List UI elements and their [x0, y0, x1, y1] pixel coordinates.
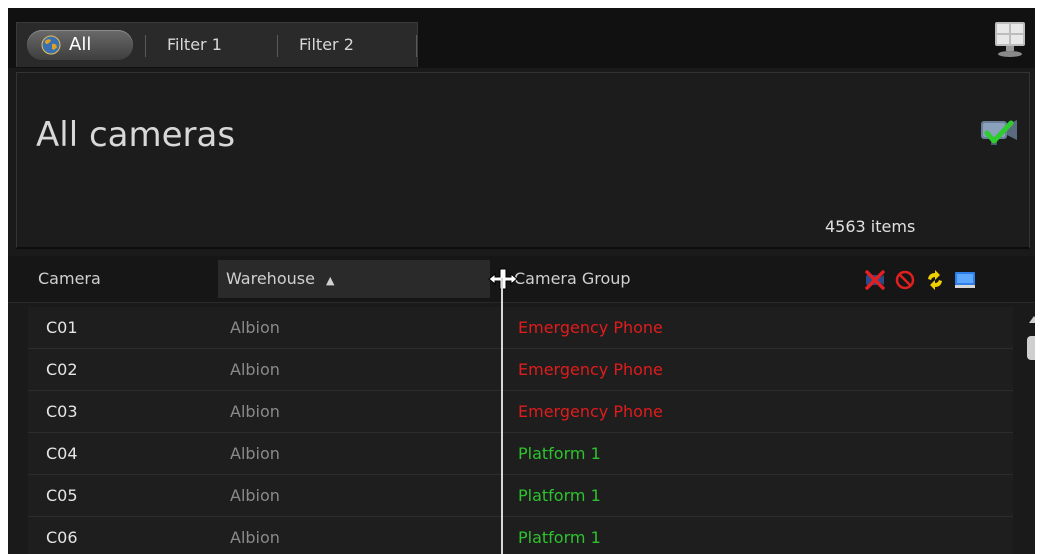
column-header-camera-group[interactable]: Camera Group: [514, 256, 631, 302]
header-panel: All cameras 4563 items: [16, 72, 1030, 249]
table-row[interactable]: C01 Albion Emergency Phone: [28, 307, 1013, 349]
cell-camera: C03: [46, 402, 78, 421]
column-header-warehouse-label: Warehouse: [226, 269, 315, 288]
video-off-icon[interactable]: [864, 269, 886, 291]
cell-warehouse: Albion: [230, 486, 280, 505]
column-header-camera[interactable]: Camera: [38, 256, 101, 302]
cell-camera: C05: [46, 486, 78, 505]
table-row[interactable]: C03 Albion Emergency Phone: [28, 391, 1013, 433]
monitor-icon[interactable]: [954, 269, 976, 291]
table-row[interactable]: C02 Albion Emergency Phone: [28, 349, 1013, 391]
page-title: All cameras: [36, 115, 236, 155]
camera-list-window: All Filter 1 Filter 2 All cameras 4563 i…: [8, 8, 1035, 554]
tab-all-label: All: [69, 34, 92, 55]
tab-all[interactable]: All: [27, 30, 133, 60]
cell-camera-group: Emergency Phone: [518, 402, 663, 421]
cell-camera: C02: [46, 360, 78, 379]
tab-filter-1[interactable]: Filter 1: [167, 23, 222, 67]
column-resize-cursor-icon[interactable]: [488, 266, 518, 292]
block-icon[interactable]: [894, 269, 916, 291]
vertical-scrollbar[interactable]: [1026, 308, 1035, 554]
scroll-thumb[interactable]: [1027, 336, 1035, 360]
cell-warehouse: Albion: [230, 318, 280, 337]
cell-warehouse: Albion: [230, 402, 280, 421]
cell-camera-group: Platform 1: [518, 486, 601, 505]
cell-camera-group: Emergency Phone: [518, 360, 663, 379]
layout-grid-icon[interactable]: [993, 20, 1027, 60]
sort-ascending-icon: ▲: [326, 274, 335, 287]
scroll-up-arrow-icon[interactable]: [1029, 316, 1035, 323]
table-row[interactable]: C05 Albion Platform 1: [28, 475, 1013, 517]
cell-warehouse: Albion: [230, 444, 280, 463]
table-row[interactable]: C04 Albion Platform 1: [28, 433, 1013, 475]
column-header-warehouse[interactable]: Warehouse ▲: [218, 260, 490, 298]
cell-warehouse: Albion: [230, 360, 280, 379]
filter-tabs: All Filter 1 Filter 2: [16, 22, 418, 67]
cell-camera: C06: [46, 528, 78, 547]
filter-tab-bar: All Filter 1 Filter 2: [8, 8, 1035, 68]
cell-camera-group: Emergency Phone: [518, 318, 663, 337]
cell-camera-group: Platform 1: [518, 528, 601, 547]
cell-warehouse: Albion: [230, 528, 280, 547]
tab-separator: [416, 35, 417, 57]
table-row[interactable]: C06 Albion Platform 1: [28, 517, 1013, 554]
tab-filter-2[interactable]: Filter 2: [299, 23, 354, 67]
cell-camera: C04: [46, 444, 78, 463]
item-count: 4563 items: [825, 217, 916, 236]
camera-table: C01 Albion Emergency Phone C02 Albion Emergen…: [8, 307, 1018, 554]
cell-camera: C01: [46, 318, 78, 337]
column-resize-line[interactable]: [501, 278, 503, 554]
camera-check-icon[interactable]: [977, 113, 1021, 153]
refresh-icon[interactable]: [924, 269, 946, 291]
globe-icon: [41, 35, 61, 55]
tab-separator: [277, 35, 278, 57]
column-header-row: Camera Warehouse ▲ Camera Group: [8, 256, 1035, 303]
column-header-icons: [864, 269, 1014, 291]
tab-separator: [145, 35, 146, 57]
cell-camera-group: Platform 1: [518, 444, 601, 463]
